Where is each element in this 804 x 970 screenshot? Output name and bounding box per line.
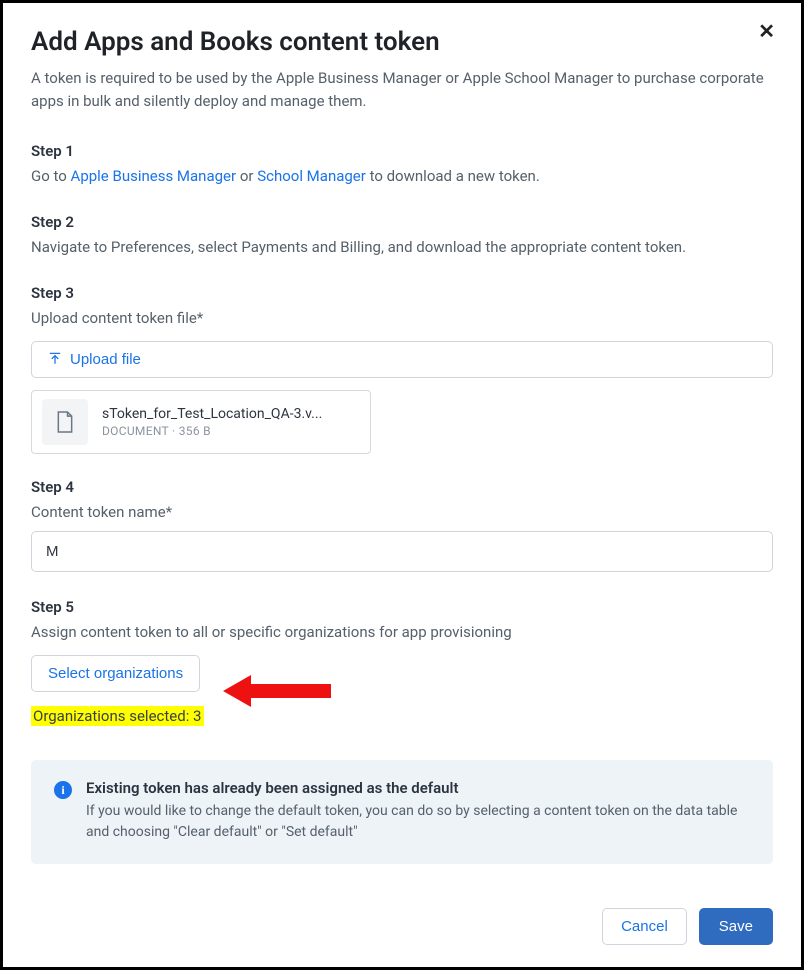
- step5-label: Assign content token to all or specific …: [31, 622, 773, 643]
- modal-title: Add Apps and Books content token: [31, 27, 773, 57]
- upload-icon: [48, 351, 62, 368]
- info-icon: i: [54, 781, 72, 799]
- organizations-selected-text: Organizations selected: 3: [31, 706, 204, 726]
- step1-text-prefix: Go to: [31, 167, 71, 185]
- step4-label: Content token name*: [31, 502, 773, 523]
- step4-heading: Step 4: [31, 478, 773, 496]
- step2-body: Navigate to Preferences, select Payments…: [31, 237, 773, 258]
- save-button[interactable]: Save: [699, 908, 773, 945]
- uploaded-file-meta: DOCUMENT · 356 B: [102, 424, 322, 438]
- select-organizations-button[interactable]: Select organizations: [31, 655, 200, 692]
- step3-heading: Step 3: [31, 284, 773, 302]
- school-manager-link[interactable]: School Manager: [257, 167, 366, 185]
- content-token-name-input[interactable]: [31, 531, 773, 572]
- step2-heading: Step 2: [31, 213, 773, 231]
- modal-subtitle: A token is required to be used by the Ap…: [31, 67, 773, 112]
- close-button[interactable]: ✕: [758, 21, 775, 41]
- upload-file-button[interactable]: Upload file: [31, 341, 773, 378]
- info-panel: i Existing token has already been assign…: [31, 760, 773, 864]
- cancel-button[interactable]: Cancel: [602, 908, 687, 945]
- document-icon: [42, 399, 88, 445]
- uploaded-file-name: sToken_for_Test_Location_QA-3.v...: [102, 406, 322, 422]
- upload-button-label: Upload file: [70, 351, 141, 368]
- footer-buttons: Cancel Save: [31, 880, 773, 945]
- info-title: Existing token has already been assigned…: [86, 779, 750, 797]
- uploaded-file-card: sToken_for_Test_Location_QA-3.v... DOCUM…: [31, 390, 371, 454]
- step1-heading: Step 1: [31, 142, 773, 160]
- step1-body: Go to Apple Business Manager or School M…: [31, 166, 773, 187]
- step3-label: Upload content token file*: [31, 308, 773, 329]
- info-body: If you would like to change the default …: [86, 801, 750, 843]
- select-organizations-label: Select organizations: [48, 665, 183, 682]
- modal-dialog: ✕ Add Apps and Books content token A tok…: [0, 0, 804, 970]
- step1-joiner: or: [236, 167, 257, 185]
- step5-heading: Step 5: [31, 598, 773, 616]
- step1-text-suffix: to download a new token.: [366, 167, 540, 185]
- apple-business-manager-link[interactable]: Apple Business Manager: [71, 167, 237, 185]
